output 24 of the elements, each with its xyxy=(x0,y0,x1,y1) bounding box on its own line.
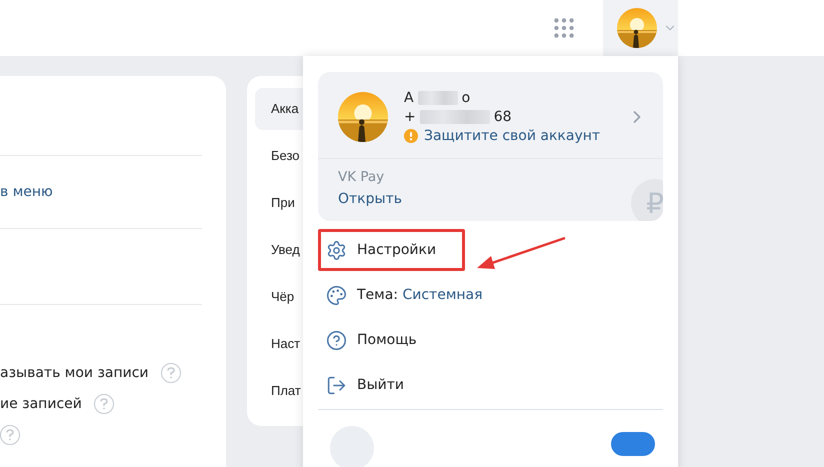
redaction-mark xyxy=(418,91,458,105)
phone-text: + xyxy=(404,109,416,125)
help-icon[interactable] xyxy=(94,394,114,414)
redaction-mark xyxy=(420,110,490,124)
toggle-switch[interactable] xyxy=(611,432,655,456)
help-icon[interactable] xyxy=(160,362,181,382)
settings-icon xyxy=(326,240,347,260)
warning-icon xyxy=(404,129,418,143)
name-text: о xyxy=(462,90,470,106)
phone-text: 68 xyxy=(494,109,512,125)
pay-title: VK Pay xyxy=(338,169,386,185)
profile-menu-button[interactable] xyxy=(603,0,678,56)
option-label: азывать мои записи xyxy=(0,364,149,380)
option-label: ие записей xyxy=(0,396,82,412)
open-link[interactable]: Открыть xyxy=(338,191,402,207)
help-icon[interactable] xyxy=(0,424,20,444)
palette-icon xyxy=(326,284,347,306)
menu-item[interactable]: Настройки xyxy=(318,229,465,271)
logout-icon xyxy=(326,374,347,396)
ruble-icon: ₽ xyxy=(631,179,663,221)
help-icon xyxy=(326,330,347,350)
name-text: А xyxy=(404,90,414,106)
protect-account-link[interactable]: Защитите свой аккаунт xyxy=(404,128,611,144)
menu-link[interactable]: в меню xyxy=(0,156,202,228)
